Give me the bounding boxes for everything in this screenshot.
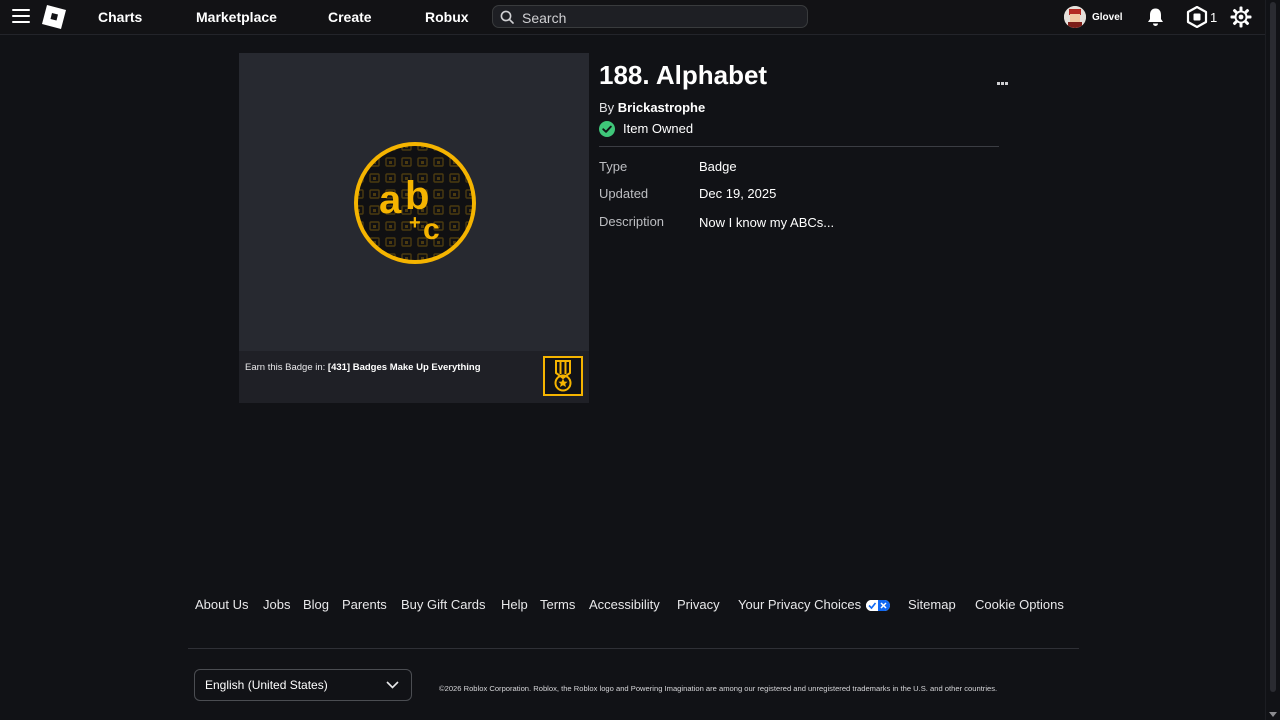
owned-check-icon: [599, 121, 615, 137]
language-value: English (United States): [205, 678, 328, 692]
details-divider: [599, 146, 999, 147]
footer-link-about-us[interactable]: About Us: [195, 597, 248, 612]
earn-badge-bar: Earn this Badge in: [431] Badges Make Up…: [239, 351, 589, 403]
language-selector[interactable]: English (United States): [194, 669, 412, 701]
footer-link-privacy[interactable]: Privacy: [677, 597, 720, 612]
nav-link-create[interactable]: Create: [328, 9, 372, 25]
menu-icon[interactable]: [12, 9, 30, 25]
detail-value-description: Now I know my ABCs...: [699, 215, 835, 230]
nav-link-marketplace[interactable]: Marketplace: [196, 9, 277, 25]
footer-divider: [188, 648, 1079, 649]
avatar-image-icon: [1064, 6, 1086, 28]
detail-label-updated: Updated: [599, 186, 649, 201]
page-scrollbar[interactable]: [1265, 0, 1280, 720]
avatar[interactable]: [1064, 6, 1086, 28]
username[interactable]: Glovel: [1092, 12, 1123, 23]
robux-icon[interactable]: [1186, 6, 1208, 28]
roblox-logo-icon[interactable]: [42, 5, 66, 29]
experience-thumbnail[interactable]: [543, 356, 583, 396]
badge-image: a b + c: [354, 142, 476, 264]
footer-link-help[interactable]: Help: [501, 597, 528, 612]
creator-byline: By Brickastrophe: [599, 100, 705, 115]
by-prefix: By: [599, 100, 615, 115]
notification-bell-icon[interactable]: [1146, 7, 1165, 27]
scroll-down-arrow-icon[interactable]: [1269, 712, 1277, 717]
footer-link-cookie-options[interactable]: Cookie Options: [975, 597, 1064, 612]
nav-link-robux[interactable]: Robux: [425, 9, 469, 25]
earn-badge-text: Earn this Badge in: [431] Badges Make Up…: [245, 362, 481, 373]
search-box[interactable]: [492, 5, 808, 28]
medal-icon: [554, 360, 572, 392]
more-options-icon[interactable]: [997, 72, 1009, 90]
scrollbar-thumb[interactable]: [1270, 2, 1276, 692]
detail-label-description: Description: [599, 214, 665, 229]
item-title: 188. Alphabet: [599, 60, 768, 90]
footer-link-sitemap[interactable]: Sitemap: [908, 597, 956, 612]
footer-link-buy-gift-cards[interactable]: Buy Gift Cards: [401, 597, 486, 612]
owned-label: Item Owned: [623, 121, 694, 136]
footer-link-accessibility[interactable]: Accessibility: [589, 597, 660, 612]
footer-link-terms[interactable]: Terms: [540, 597, 575, 612]
detail-value-updated: Dec 19, 2025: [699, 186, 777, 201]
footer-link-parents[interactable]: Parents: [342, 597, 387, 612]
chevron-down-icon: [386, 681, 399, 689]
badge-plus: +: [409, 212, 421, 234]
copyright-text: ©2026 Roblox Corporation. Roblox, the Ro…: [439, 684, 998, 693]
footer-link-privacy-choices[interactable]: Your Privacy Choices: [738, 597, 890, 612]
search-input[interactable]: [520, 7, 804, 28]
robux-balance[interactable]: 1: [1210, 10, 1217, 25]
footer-links: About Us Jobs Blog Parents Buy Gift Card…: [0, 597, 1266, 615]
footer-link-blog[interactable]: Blog: [303, 597, 329, 612]
creator-link[interactable]: Brickastrophe: [618, 100, 705, 115]
search-icon: [500, 10, 514, 24]
earn-badge-prefix: Earn this Badge in:: [245, 362, 326, 373]
earn-badge-experience-link[interactable]: [431] Badges Make Up Everything: [328, 362, 481, 373]
privacy-choices-label: Your Privacy Choices: [738, 597, 862, 612]
top-navigation-bar: Charts Marketplace Create Robux Glovel 1: [0, 0, 1266, 35]
settings-gear-icon[interactable]: [1230, 6, 1252, 28]
footer-link-jobs[interactable]: Jobs: [263, 597, 290, 612]
badge-letter-a: a: [379, 178, 402, 222]
badge-letter-c: c: [423, 213, 440, 246]
detail-value-type: Badge: [699, 159, 737, 174]
detail-label-type: Type: [599, 159, 628, 174]
nav-link-charts[interactable]: Charts: [98, 9, 142, 25]
item-thumbnail-panel: a b + c Earn this Badge in: [431] Badges…: [239, 53, 589, 403]
privacy-choices-icon: [865, 600, 890, 612]
